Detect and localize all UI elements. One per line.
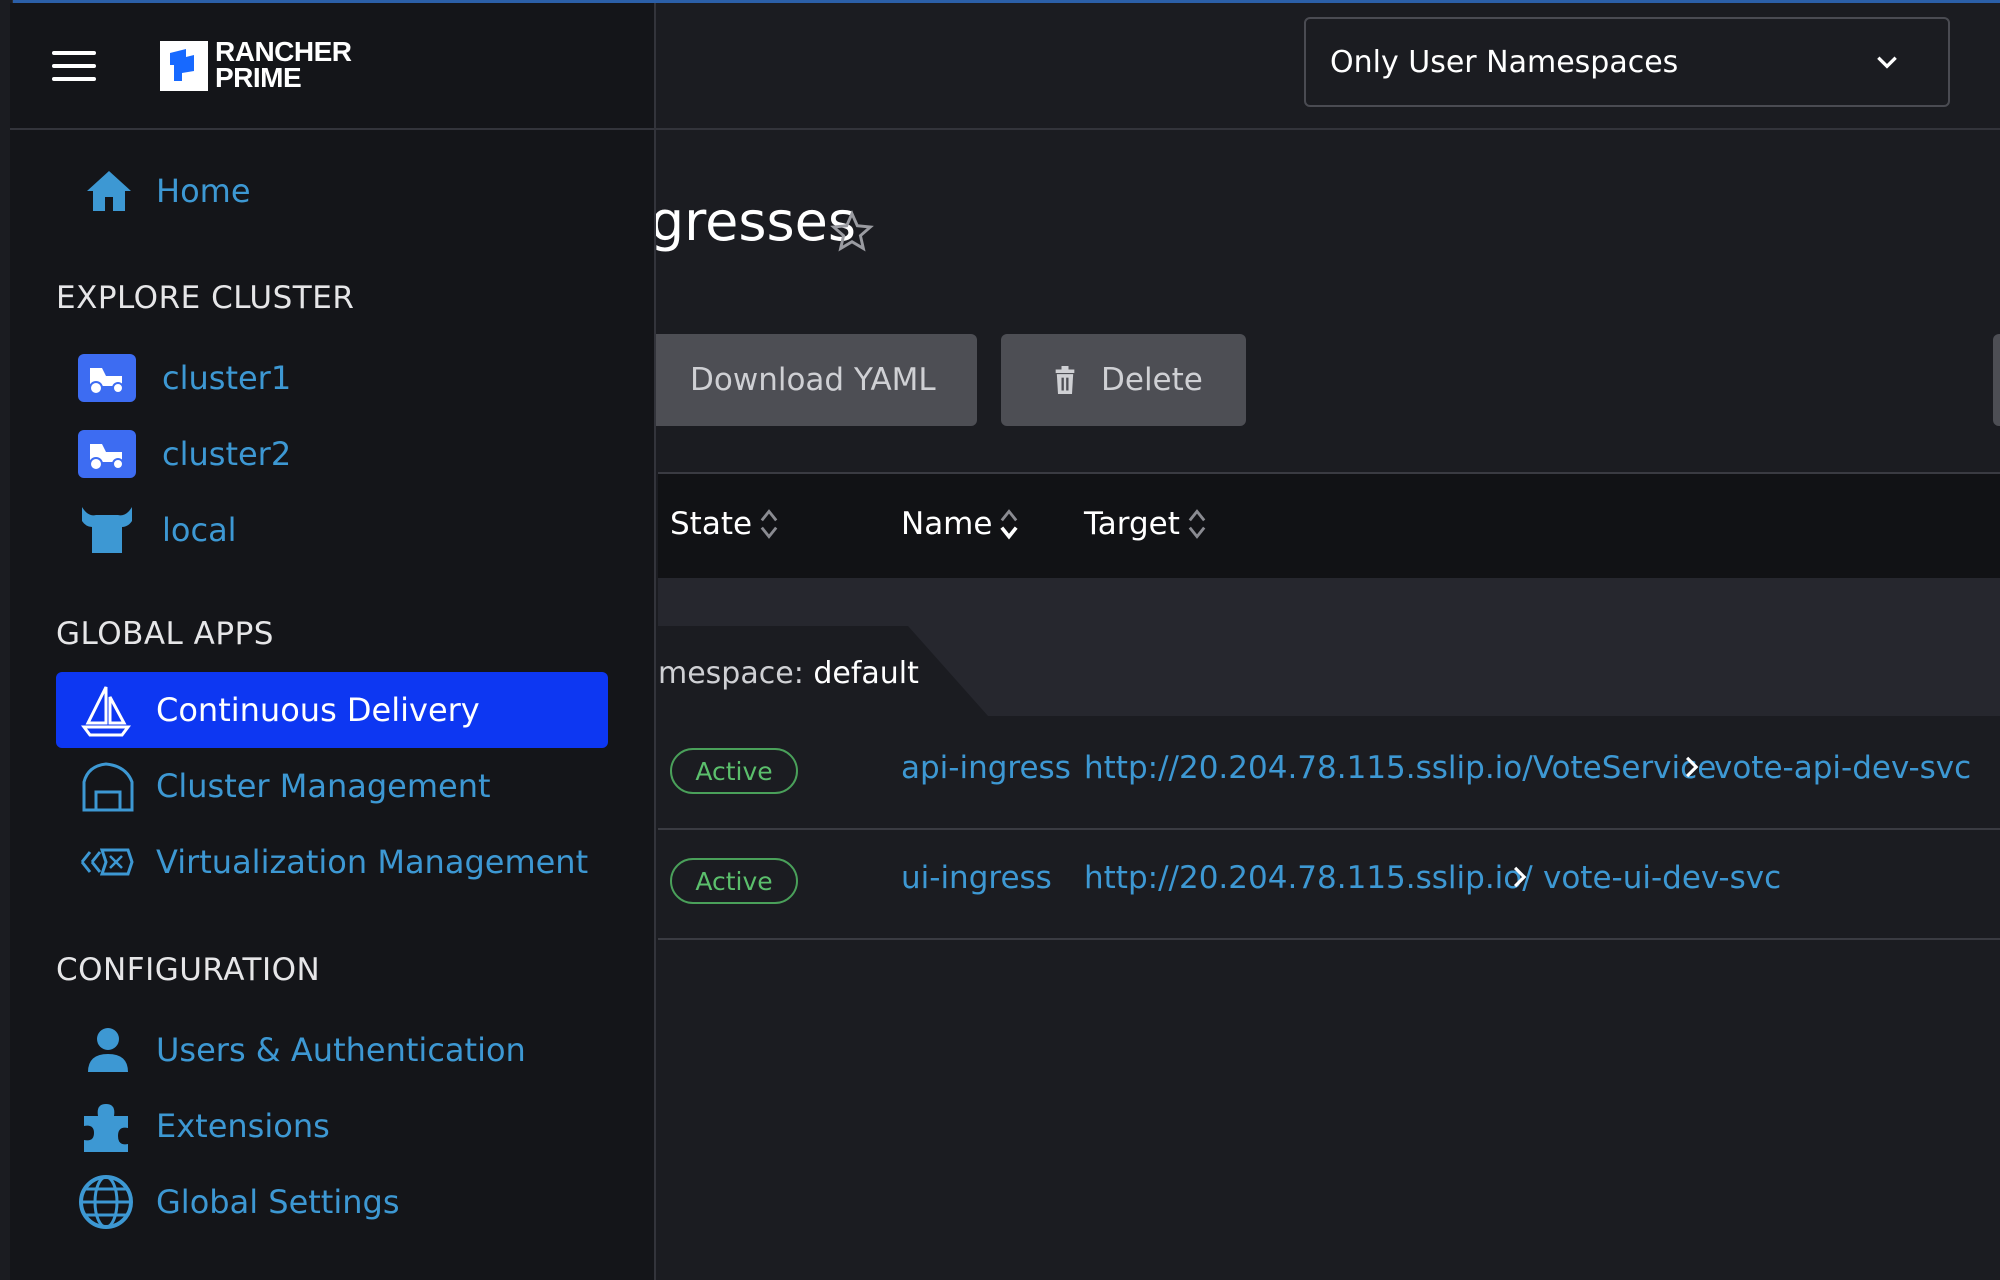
chevron-down-icon (1877, 56, 1897, 69)
sort-icon (760, 509, 778, 539)
column-header-state[interactable]: State (670, 506, 780, 542)
hamburger-menu-icon[interactable] (52, 51, 96, 81)
status-badge: Active (670, 858, 798, 904)
side-navigation: RANCHER PRIME Home EXPLORE CLUSTER clust… (10, 3, 656, 1280)
nav-item-users-authentication[interactable]: Users & Authentication (56, 1012, 608, 1088)
puzzle-icon (84, 1104, 128, 1152)
rancher-logo-icon (160, 41, 208, 91)
table-row: Active ui-ingress http://20.204.78.115.s… (658, 830, 2000, 940)
target-url-link[interactable]: http://20.204.78.115.sslip.io/VoteServic… (1084, 750, 1716, 786)
nav-item-cluster2[interactable]: cluster2 (56, 416, 608, 492)
logo-text: RANCHER PRIME (215, 36, 352, 93)
download-yaml-button[interactable]: Download YAML (600, 334, 977, 426)
nav-item-extensions[interactable]: Extensions (56, 1088, 608, 1164)
chevron-right-icon (1685, 756, 1699, 778)
home-icon (87, 171, 131, 211)
sort-icon (1000, 509, 1019, 540)
column-header-name[interactable]: Name (901, 506, 1020, 542)
more-actions-button[interactable] (1993, 334, 2000, 426)
nav-item-cluster-management[interactable]: Cluster Management (56, 748, 608, 824)
trash-icon (1055, 366, 1075, 394)
ingress-name-link[interactable]: ui-ingress (901, 860, 1052, 896)
delete-button[interactable]: Delete (1001, 334, 1246, 426)
namespace-filter-value: Only User Namespaces (1330, 44, 1679, 80)
table-row: Active api-ingress http://20.204.78.115.… (658, 720, 2000, 830)
target-service-link[interactable]: vote-ui-dev-svc (1543, 860, 1781, 896)
sailboat-icon (81, 686, 131, 737)
nav-item-global-settings[interactable]: Global Settings (56, 1164, 608, 1240)
cluster-tractor-icon (78, 430, 136, 478)
target-service-link[interactable]: vote-api-dev-svc (1714, 750, 1971, 786)
table-header: State Name Target (658, 472, 2000, 580)
local-cow-icon (82, 507, 132, 553)
ingress-name-link[interactable]: api-ingress (901, 750, 1071, 786)
column-header-target[interactable]: Target (1084, 506, 1208, 542)
virtualization-icon (80, 848, 134, 876)
nav-item-local[interactable]: local (56, 492, 608, 568)
nav-item-home[interactable]: Home (56, 153, 608, 229)
cluster-tractor-icon (78, 354, 136, 402)
namespace-group-label: mespace: default (658, 656, 919, 691)
favorite-star-icon[interactable] (830, 210, 874, 254)
nav-item-continuous-delivery[interactable]: Continuous Delivery (56, 672, 608, 748)
target-url-link[interactable]: http://20.204.78.115.sslip.io/ (1084, 860, 1533, 896)
namespace-filter-select[interactable]: Only User Namespaces (1304, 17, 1950, 107)
nav-item-cluster1[interactable]: cluster1 (56, 340, 608, 416)
globe-icon (79, 1175, 133, 1229)
section-heading-explore: EXPLORE CLUSTER (56, 280, 355, 316)
section-heading-global-apps: GLOBAL APPS (56, 616, 274, 652)
page-title: gresses (656, 190, 856, 253)
nav-header: RANCHER PRIME (10, 3, 654, 130)
status-badge: Active (670, 748, 798, 794)
chevron-right-icon (1513, 866, 1527, 888)
nav-item-virtualization-management[interactable]: Virtualization Management (56, 824, 608, 900)
section-heading-configuration: CONFIGURATION (56, 952, 321, 988)
user-icon (88, 1028, 128, 1072)
sort-icon (1188, 509, 1206, 539)
barn-icon (82, 762, 134, 812)
